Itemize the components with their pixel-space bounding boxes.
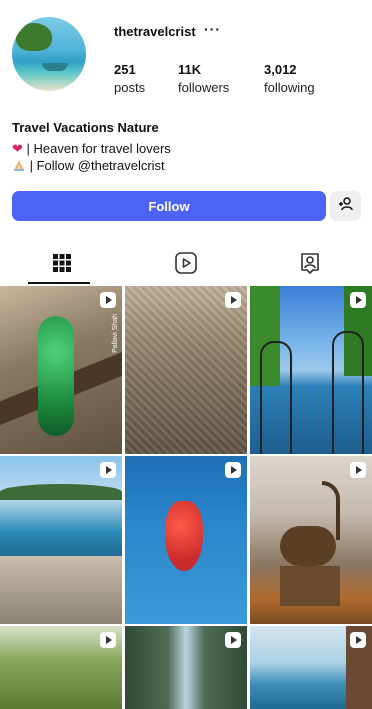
bio-line-2: | Follow @thetravelcrist [12, 158, 165, 173]
reel-icon [100, 462, 116, 478]
bio-title: Travel Vacations Nature [12, 120, 159, 135]
following-count: 3,012 [264, 62, 297, 77]
folded-hands-icon [12, 159, 26, 171]
ibex-horn [322, 481, 340, 540]
gate-right [332, 331, 364, 454]
bio-line-1: ❤ | Heaven for travel lovers [12, 141, 171, 157]
gate-left [260, 341, 292, 454]
posts-count: 251 [114, 62, 136, 77]
reel-icon [225, 462, 241, 478]
hills-shape [0, 484, 122, 500]
username: thetravelcrist [114, 24, 196, 39]
avatar-boat [42, 63, 68, 71]
reel-icon [100, 632, 116, 648]
more-options-button[interactable]: ··· [204, 21, 221, 37]
photo-caption: Pallavi Shah [112, 314, 119, 353]
reel-icon [350, 462, 366, 478]
reel-icon [350, 632, 366, 648]
post-tile[interactable] [250, 286, 372, 454]
post-tile[interactable] [125, 286, 247, 454]
post-tile[interactable]: Pallavi Shah [0, 286, 122, 454]
followers-stat[interactable]: 11K followers [178, 61, 229, 97]
reel-icon [100, 292, 116, 308]
post-tile[interactable] [250, 626, 372, 709]
following-stat[interactable]: 3,012 following [264, 61, 315, 97]
suggest-user-button[interactable] [330, 191, 361, 221]
tagged-icon [299, 252, 321, 279]
tab-posts-grid[interactable] [0, 245, 124, 285]
post-tile[interactable] [125, 626, 247, 709]
peacock-shape [38, 316, 74, 436]
followers-count: 11K [178, 62, 202, 77]
post-tile[interactable] [0, 456, 122, 624]
post-tile[interactable] [0, 626, 122, 709]
reel-icon [225, 632, 241, 648]
city-texture [125, 286, 247, 454]
sea-creature-shape [165, 501, 203, 571]
post-tile[interactable] [250, 456, 372, 624]
post-tile[interactable] [125, 456, 247, 624]
tab-selected-indicator [28, 282, 90, 284]
tab-tagged[interactable] [248, 245, 372, 285]
reels-icon [175, 251, 197, 279]
followers-label: followers [178, 80, 230, 95]
follow-button[interactable]: Follow [12, 191, 326, 221]
ibex-pedestal [280, 566, 340, 606]
following-label: following [264, 80, 315, 95]
bio-line-1-text: | Heaven for travel lovers [22, 141, 171, 156]
bio-line-2-text: | Follow @thetravelcrist [26, 158, 165, 173]
reel-icon [225, 292, 241, 308]
grid-icon [53, 253, 71, 277]
reel-icon [350, 292, 366, 308]
profile-avatar[interactable] [12, 17, 86, 91]
avatar-palm [16, 23, 52, 51]
heart-icon: ❤ [12, 141, 23, 156]
add-person-icon [338, 196, 354, 216]
town-shape [0, 556, 122, 624]
posts-stat[interactable]: 251 posts [114, 61, 145, 97]
posts-label: posts [114, 80, 146, 95]
tab-reels[interactable] [124, 245, 248, 285]
